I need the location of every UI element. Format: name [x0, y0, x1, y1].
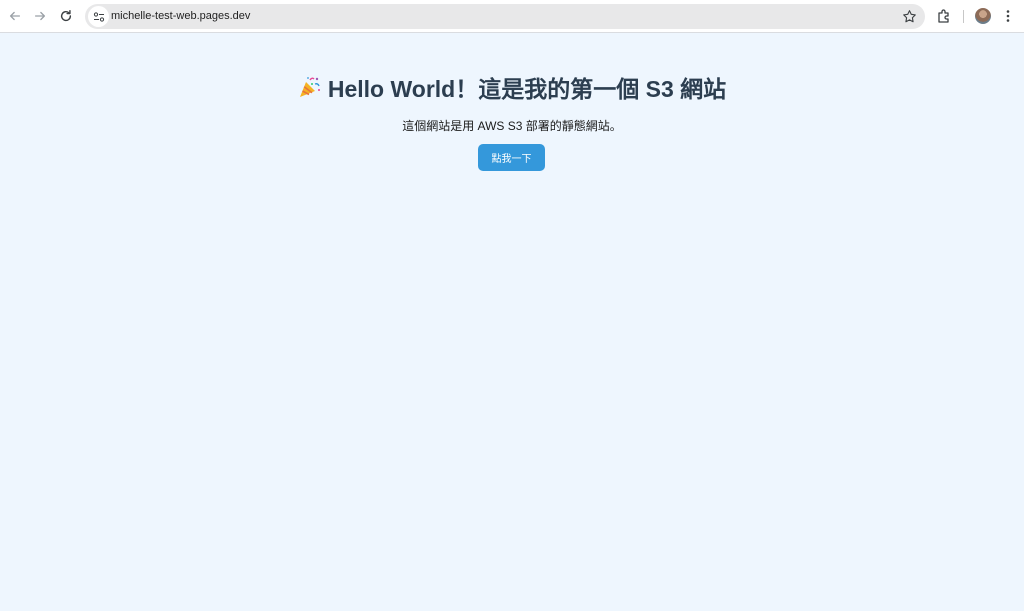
star-icon[interactable] [902, 9, 917, 24]
reload-button[interactable] [55, 5, 77, 27]
url-text[interactable]: michelle-test-web.pages.dev [111, 4, 250, 29]
reload-icon [60, 10, 72, 22]
page-subtitle: 這個網站是用 AWS S3 部署的靜態網站。 [402, 119, 622, 133]
page-heading: Hello World！這是我的第一個 S3 網站 [0, 70, 1024, 104]
party-popper-icon [299, 77, 320, 97]
forward-button[interactable] [29, 5, 51, 27]
browser-toolbar: michelle-test-web.pages.dev [0, 0, 1024, 33]
puzzle-icon[interactable] [936, 8, 952, 24]
tune-icon [93, 11, 104, 22]
address-bar[interactable]: michelle-test-web.pages.dev [85, 4, 925, 29]
toolbar-divider [963, 10, 964, 23]
kebab-menu-icon[interactable] [1000, 8, 1016, 24]
arrow-right-icon [34, 11, 46, 21]
back-button[interactable] [4, 5, 26, 27]
arrow-left-icon [9, 11, 21, 21]
page-heading-text: Hello World！這是我的第一個 S3 網站 [327, 76, 727, 102]
avatar[interactable] [975, 8, 991, 24]
page-content: Hello World！這是我的第一個 S3 網站 這個網站是用 AWS S3 … [0, 34, 1024, 611]
click-me-button[interactable]: 點我一下 [478, 144, 545, 171]
site-info-button[interactable] [88, 6, 109, 27]
